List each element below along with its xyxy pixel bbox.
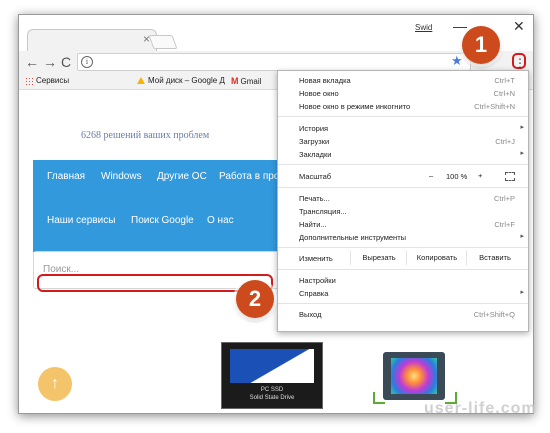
menu-shortcut: Ctrl+N	[493, 89, 515, 98]
menu-separator	[278, 303, 528, 304]
menu-separator	[278, 247, 528, 248]
video-editor-image	[371, 348, 457, 408]
submenu-arrow-icon: ▸	[520, 124, 524, 131]
address-bar[interactable]: i	[77, 53, 471, 71]
new-tab-button[interactable]	[148, 35, 178, 49]
menu-edit-row: Изменить Вырезать Копировать Вставить	[278, 251, 528, 265]
browser-window: × Swid — ✕ ← → C i ★ ⋮ Сервисы Мой диск …	[18, 14, 534, 414]
menu-history[interactable]: История ▸	[278, 122, 528, 134]
menu-shortcut: Ctrl+T	[494, 76, 515, 85]
menu-label: Новая вкладка	[299, 76, 351, 85]
menu-label: Новое окно в режиме инкогнито	[299, 102, 411, 111]
bookmark-label: Gmail	[240, 77, 262, 86]
menu-shortcut: Ctrl+J	[495, 137, 515, 146]
ssd-image: PC SSD Solid State Drive	[221, 342, 323, 409]
menu-bookmarks[interactable]: Закладки ▸	[278, 148, 528, 160]
menu-separator	[278, 164, 528, 165]
menu-exit[interactable]: Выход Ctrl+Shift+Q	[278, 308, 528, 320]
profile-button[interactable]: Swid	[415, 23, 432, 32]
menu-more-tools[interactable]: Дополнительные инструменты ▸	[278, 231, 528, 243]
bookmark-gmail[interactable]: M Gmail	[231, 76, 261, 86]
paste-button[interactable]: Вставить	[466, 251, 523, 265]
menu-settings[interactable]: Настройки	[278, 274, 528, 286]
nav-services[interactable]: Наши сервисы	[47, 215, 115, 226]
menu-separator	[278, 187, 528, 188]
bookmark-google-drive[interactable]: Мой диск – Google Д	[137, 76, 225, 85]
submenu-arrow-icon: ▸	[520, 150, 524, 157]
ssd-label-2: Solid State Drive	[249, 395, 295, 401]
bookmark-label: Сервисы	[36, 76, 70, 85]
title-bar: × Swid — ✕	[19, 15, 533, 52]
menu-help[interactable]: Справка ▸	[278, 287, 528, 299]
menu-print[interactable]: Печать... Ctrl+P	[278, 192, 528, 204]
menu-shortcut: Ctrl+Shift+N	[474, 102, 515, 111]
menu-label: Загрузки	[299, 137, 330, 146]
chrome-main-menu: Новая вкладка Ctrl+T Новое окно Ctrl+N Н…	[277, 70, 529, 332]
nav-windows[interactable]: Windows	[101, 171, 142, 182]
bookmark-label: Мой диск – Google Д	[148, 76, 225, 85]
menu-label: Выход	[299, 310, 322, 319]
zoom-value: 100 %	[446, 172, 468, 181]
menu-label: Закладки	[299, 150, 332, 159]
corner-bracket	[373, 392, 385, 404]
menu-label: Найти...	[299, 220, 327, 229]
site-info-icon[interactable]: i	[81, 56, 93, 68]
menu-label: История	[299, 124, 329, 133]
chrome-menu-button[interactable]: ⋮	[512, 53, 526, 70]
copy-button[interactable]: Копировать	[406, 251, 467, 265]
zoom-out-button[interactable]: –	[429, 171, 433, 180]
menu-find[interactable]: Найти... Ctrl+F	[278, 218, 528, 230]
active-tab[interactable]: ×	[27, 29, 157, 52]
menu-label: Трансляция...	[299, 207, 347, 216]
watermark: user-life.com	[424, 400, 537, 417]
bookmark-star-icon[interactable]: ★	[451, 54, 463, 68]
film-picture	[391, 358, 437, 394]
menu-label: Масштаб	[299, 172, 332, 181]
menu-label: Новое окно	[299, 89, 339, 98]
submenu-arrow-icon: ▸	[520, 233, 524, 240]
scroll-to-top-button[interactable]: ↑	[38, 367, 72, 401]
back-icon[interactable]: ←	[25, 54, 39, 70]
menu-shortcut: Ctrl+F	[494, 220, 515, 229]
menu-label: Настройки	[299, 276, 336, 285]
step-badge-1: 1	[462, 26, 500, 64]
zoom-in-button[interactable]: +	[478, 171, 482, 180]
fullscreen-icon[interactable]	[505, 172, 515, 181]
nav-work[interactable]: Работа в про	[219, 171, 279, 182]
gmail-icon: M	[231, 76, 239, 86]
nav-google-search[interactable]: Поиск Google	[131, 215, 194, 226]
menu-label: Дополнительные инструменты	[299, 233, 407, 242]
menu-shortcut: Ctrl+P	[493, 194, 515, 203]
reload-icon[interactable]: C	[61, 54, 71, 70]
ssd-label-1: PC SSD	[260, 387, 284, 393]
menu-separator	[278, 269, 528, 270]
menu-cast[interactable]: Трансляция...	[278, 205, 528, 217]
nav-home[interactable]: Главная	[47, 171, 85, 182]
apps-icon	[25, 76, 33, 85]
menu-shortcut: Ctrl+Shift+Q	[473, 310, 515, 319]
menu-zoom: Масштаб – 100 % +	[278, 170, 528, 182]
minimize-icon[interactable]: —	[453, 19, 467, 33]
step-badge-2: 2	[236, 280, 274, 318]
film-frame	[383, 352, 445, 400]
bookmark-services[interactable]: Сервисы	[25, 76, 69, 85]
menu-separator	[278, 116, 528, 117]
ssd-stripe	[230, 349, 314, 383]
cut-button[interactable]: Вырезать	[350, 251, 407, 265]
menu-incognito[interactable]: Новое окно в режиме инкогнито Ctrl+Shift…	[278, 100, 528, 112]
menu-label: Печать...	[299, 194, 330, 203]
nav-about[interactable]: О нас	[207, 215, 234, 226]
menu-new-tab[interactable]: Новая вкладка Ctrl+T	[278, 74, 528, 86]
close-window-icon[interactable]: ✕	[513, 19, 525, 33]
google-drive-icon	[137, 77, 145, 85]
menu-label: Изменить	[299, 254, 333, 263]
submenu-arrow-icon: ▸	[520, 289, 524, 296]
site-title[interactable]: 6268 решений ваших проблем	[81, 130, 209, 141]
menu-new-window[interactable]: Новое окно Ctrl+N	[278, 87, 528, 99]
forward-icon[interactable]: →	[43, 54, 57, 70]
menu-label: Справка	[299, 289, 329, 298]
menu-downloads[interactable]: Загрузки Ctrl+J	[278, 135, 528, 147]
nav-other-os[interactable]: Другие ОС	[157, 171, 207, 182]
